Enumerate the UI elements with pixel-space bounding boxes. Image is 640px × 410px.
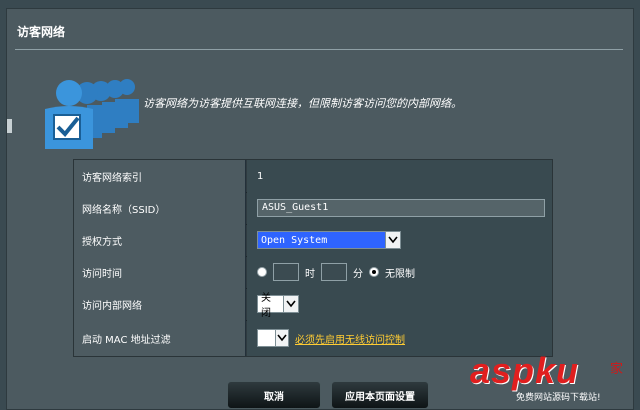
table-row-index: 访客网络索引 1 [74, 160, 552, 193]
minute-input[interactable] [321, 263, 347, 281]
intranet-access-value: 关闭 [261, 293, 271, 319]
intranet-access-select[interactable]: 关闭 [257, 293, 299, 319]
apply-settings-button[interactable]: 应用本页面设置 [331, 381, 429, 409]
table-row-ssid: 网络名称（SSID） ASUS_Guest1 [74, 192, 552, 225]
watermark-brand: aspku [470, 350, 580, 391]
table-row-intranet: 访问内部网络 关闭 [74, 288, 552, 321]
chevron-down-icon[interactable] [385, 232, 400, 248]
index-value: 1 [257, 170, 264, 182]
hour-unit-label: 时 [305, 268, 315, 280]
mac-filter-label: 启动 MAC 地址过滤 [74, 320, 246, 356]
unlimited-radio[interactable] [369, 267, 379, 277]
ssid-input[interactable]: ASUS_Guest1 [257, 199, 545, 217]
table-row-access-time: 访问时间 时 分 无限制 [74, 256, 552, 289]
mac-filter-select[interactable] [257, 329, 289, 347]
index-label: 访客网络索引 [74, 160, 246, 192]
chevron-down-icon[interactable] [274, 330, 288, 346]
mac-filter-value [258, 330, 275, 346]
page-title: 访客网络 [17, 25, 66, 39]
ssid-label: 网络名称（SSID） [74, 192, 246, 224]
panel-edge-marker [7, 119, 12, 133]
hour-input[interactable] [273, 263, 299, 281]
intranet-access-label: 访问内部网络 [74, 288, 246, 320]
time-limit-radio[interactable] [257, 267, 267, 277]
cancel-button[interactable]: 取消 [227, 381, 321, 409]
title-divider [15, 49, 623, 50]
table-row-auth: 授权方式 Open System [74, 224, 552, 257]
enable-access-control-link[interactable]: 必须先启用无线访问控制 [295, 331, 405, 346]
auth-method-value: Open System [258, 232, 386, 248]
auth-method-label: 授权方式 [74, 224, 246, 256]
watermark-cn: 家 [610, 362, 624, 377]
unlimited-label: 无限制 [385, 268, 415, 280]
access-time-label: 访问时间 [74, 256, 246, 288]
guest-network-description: 访客网络为访客提供互联网连接，但限制访客访问您的内部网络。 [143, 97, 462, 110]
site-watermark: aspku 家 免费网站源码下载站! [470, 350, 630, 408]
watermark-tagline: 免费网站源码下载站! [516, 393, 601, 403]
guest-network-settings-table: 访客网络索引 1 网络名称（SSID） ASUS_Guest1 授权方式 Ope… [73, 159, 553, 357]
minute-unit-label: 分 [353, 268, 363, 280]
auth-method-select[interactable]: Open System [257, 231, 401, 249]
checkbox-icon [53, 114, 81, 140]
guest-users-icon [45, 79, 139, 149]
chevron-down-icon[interactable] [283, 296, 298, 312]
